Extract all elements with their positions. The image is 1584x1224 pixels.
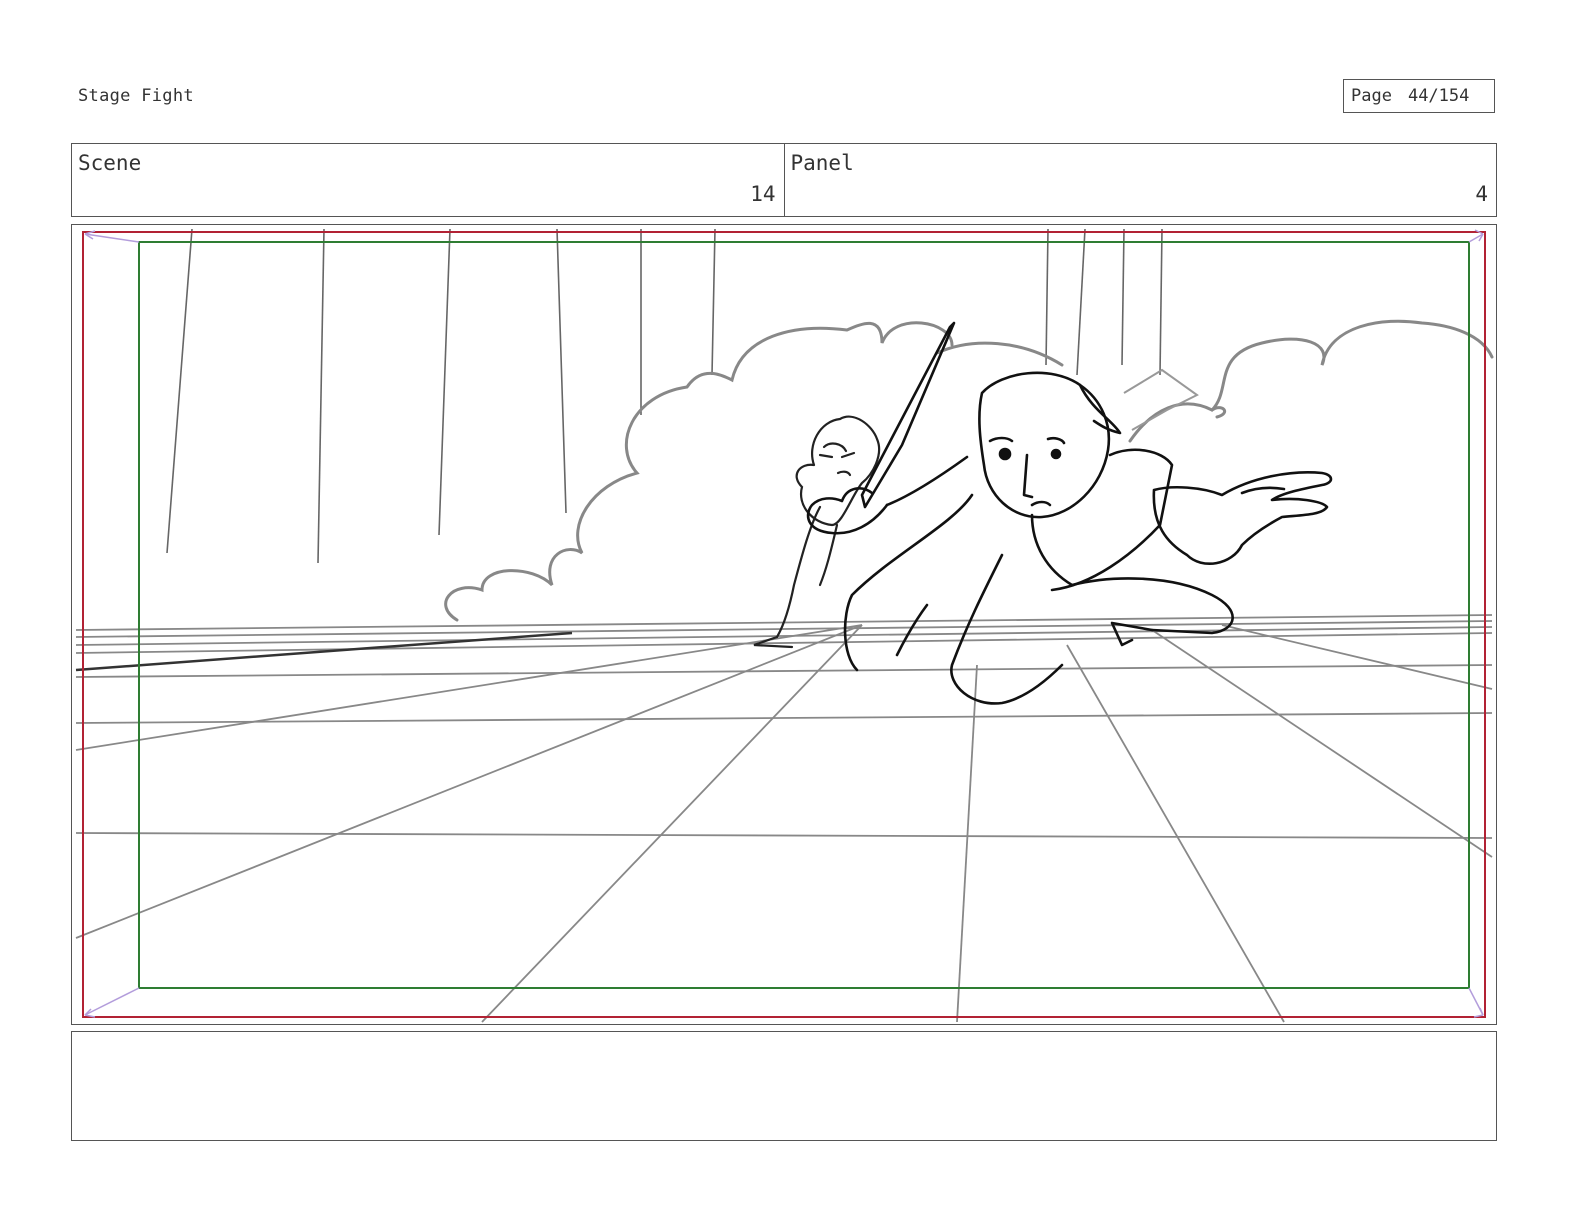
scene-number: 14 <box>750 182 776 206</box>
floor-grid <box>75 614 1493 1023</box>
panel-cell: Panel 4 <box>783 144 1497 216</box>
curtain-lines <box>166 228 1163 564</box>
scene-label: Scene <box>78 151 142 175</box>
page-number: 44/154 <box>1407 86 1470 106</box>
page-label: Page <box>1351 86 1392 106</box>
storyboard-frame <box>71 224 1497 1025</box>
page-indicator: Page 44/154 <box>1343 79 1495 113</box>
background-character <box>753 415 881 649</box>
document-title: Stage Fight <box>78 86 194 106</box>
storyboard-sketch <box>75 228 1494 1023</box>
smoke-clouds <box>444 319 1494 622</box>
set-piece <box>1123 368 1199 431</box>
action-safe-rect <box>138 241 1470 989</box>
panel-number: 4 <box>1475 182 1488 206</box>
panel-header: Scene 14 Panel 4 <box>71 143 1497 217</box>
scene-cell: Scene 14 <box>72 144 784 216</box>
foreground-character <box>806 321 1333 705</box>
dialogue-notes-box[interactable] <box>71 1031 1497 1141</box>
panel-label: Panel <box>790 151 854 175</box>
